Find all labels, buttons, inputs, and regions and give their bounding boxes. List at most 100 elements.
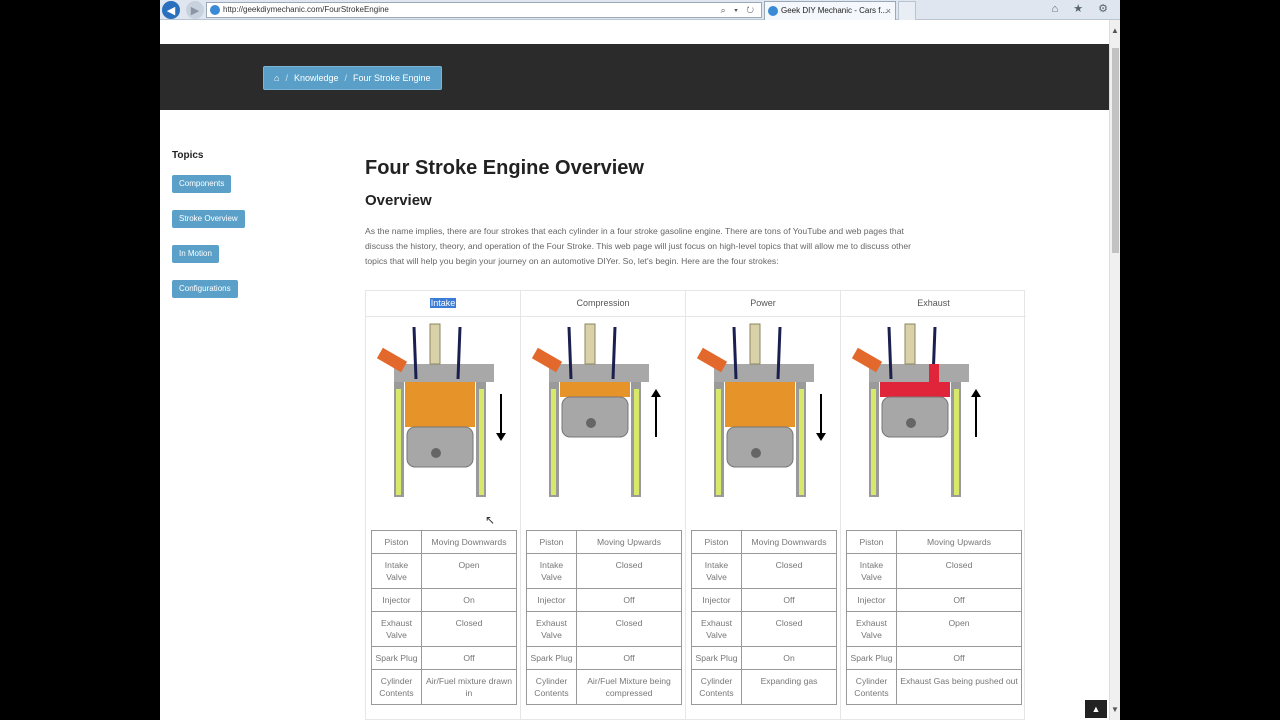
coolant-right bbox=[479, 389, 484, 495]
stroke-spec-table: Piston Moving Upwards Intake Valve Closed In… bbox=[526, 530, 682, 705]
sidebar-button-configurations[interactable]: Configurations bbox=[172, 280, 238, 298]
browser-tools-icons[interactable]: ⌂ ★ ⚙ bbox=[1052, 2, 1114, 15]
tab-close-icon[interactable]: × bbox=[886, 2, 891, 20]
address-controls[interactable]: ⌕ ▾ ↻ bbox=[721, 3, 757, 17]
stroke-header[interactable]: Exhaust bbox=[841, 291, 1026, 317]
table-row: Cylinder Contents Air/Fuel mixture drawn … bbox=[371, 669, 517, 705]
back-arrow-icon[interactable]: ◀ bbox=[162, 1, 180, 19]
coolant-left bbox=[396, 389, 401, 495]
breadcrumb-knowledge[interactable]: Knowledge bbox=[294, 73, 339, 83]
coolant-right bbox=[634, 389, 639, 495]
forward-arrow-icon[interactable]: ▶ bbox=[186, 1, 204, 19]
table-row: Intake Valve Open bbox=[371, 553, 517, 589]
stroke-name: Compression bbox=[576, 298, 630, 308]
spec-label: Spark Plug bbox=[846, 646, 897, 670]
site-favicon-icon bbox=[210, 5, 220, 15]
table-row: Piston Moving Upwards bbox=[526, 530, 682, 554]
spec-label: Injector bbox=[526, 588, 577, 612]
cylinder-gas bbox=[560, 382, 630, 397]
table-row: Exhaust Valve Closed bbox=[691, 611, 837, 647]
stroke-spec-table: Piston Moving Downwards Intake Valve Open In… bbox=[371, 530, 517, 705]
spec-value: Open bbox=[896, 611, 1022, 647]
stroke-name: Power bbox=[750, 298, 776, 308]
table-row: Exhaust Valve Closed bbox=[526, 611, 682, 647]
cylinder-head bbox=[549, 364, 649, 382]
address-bar[interactable]: http://geekdiymechanic.com/FourStrokeEng… bbox=[206, 2, 762, 18]
table-row: Spark Plug Off bbox=[846, 646, 1022, 670]
piston-pin bbox=[906, 418, 916, 428]
spec-value: Closed bbox=[741, 611, 837, 647]
intake-valve-stem bbox=[567, 326, 573, 380]
arrow-head bbox=[496, 433, 506, 441]
stroke-header[interactable]: Compression bbox=[521, 291, 685, 317]
table-row: Intake Valve Closed bbox=[691, 553, 837, 589]
piston bbox=[406, 426, 474, 468]
spec-value: Off bbox=[576, 588, 682, 612]
spec-value: Off bbox=[741, 588, 837, 612]
spec-value: Closed bbox=[421, 611, 517, 647]
spec-value: Air/Fuel mixture drawn in bbox=[421, 669, 517, 705]
spark-plug bbox=[904, 323, 916, 365]
new-tab-button[interactable] bbox=[898, 1, 916, 20]
mouse-cursor-icon: ↖ bbox=[485, 513, 496, 527]
stroke-name: Intake bbox=[429, 298, 457, 308]
sidebar-button-in-motion[interactable]: In Motion bbox=[172, 245, 219, 263]
stroke-spec-table: Piston Moving Upwards Intake Valve Closed In… bbox=[846, 530, 1022, 705]
spec-value: Exhaust Gas being pushed out bbox=[896, 669, 1022, 705]
browser-tab[interactable]: Geek DIY Mechanic - Cars f... × bbox=[764, 1, 896, 20]
spec-value: Closed bbox=[576, 611, 682, 647]
cylinder-head bbox=[394, 364, 494, 382]
page-title: Four Stroke Engine Overview bbox=[365, 157, 644, 179]
stroke-header[interactable]: Intake bbox=[366, 291, 520, 317]
scroll-down-icon[interactable]: ▼ bbox=[1111, 705, 1119, 714]
stroke-column-exhaust: Exhaust Piston Moving Upwards Intake Valve C… bbox=[841, 291, 1026, 720]
sidebar-button-stroke-overview[interactable]: Stroke Overview bbox=[172, 210, 245, 228]
coolant-left bbox=[871, 389, 876, 495]
sidebar-button-components[interactable]: Components bbox=[172, 175, 232, 193]
vertical-scrollbar[interactable]: ▲ ▼ bbox=[1109, 20, 1120, 720]
table-row: Piston Moving Upwards bbox=[846, 530, 1022, 554]
spec-value: Open bbox=[421, 553, 517, 589]
spec-label: Injector bbox=[371, 588, 422, 612]
spec-label: Cylinder Contents bbox=[371, 669, 422, 705]
coolant-left bbox=[551, 389, 556, 495]
scroll-to-top-button[interactable]: ▲ bbox=[1085, 700, 1107, 718]
browser-toolbar: ◀ ▶ http://geekdiymechanic.com/FourStrok… bbox=[160, 0, 1120, 20]
table-row: Exhaust Valve Open bbox=[846, 611, 1022, 647]
spec-label: Exhaust Valve bbox=[526, 611, 577, 647]
spec-label: Intake Valve bbox=[526, 553, 577, 589]
spec-value: Off bbox=[896, 588, 1022, 612]
cylinder-gas bbox=[405, 382, 475, 427]
table-row: Injector On bbox=[371, 588, 517, 612]
sidebar-title: Topics bbox=[172, 150, 204, 161]
arrow-head bbox=[816, 433, 826, 441]
tab-title: Geek DIY Mechanic - Cars f... bbox=[781, 6, 888, 15]
scroll-thumb[interactable] bbox=[1112, 48, 1119, 253]
spec-value: Moving Upwards bbox=[576, 530, 682, 554]
spec-label: Intake Valve bbox=[691, 553, 742, 589]
piston bbox=[561, 396, 629, 438]
spec-label: Injector bbox=[846, 588, 897, 612]
spec-label: Exhaust Valve bbox=[846, 611, 897, 647]
coolant-left bbox=[716, 389, 721, 495]
spec-value: Moving Upwards bbox=[896, 530, 1022, 554]
home-icon[interactable]: ⌂ bbox=[274, 73, 279, 83]
piston bbox=[726, 426, 794, 468]
arrow-head bbox=[651, 389, 661, 397]
stroke-header[interactable]: Power bbox=[686, 291, 840, 317]
intake-valve-stem bbox=[412, 326, 418, 380]
table-row: Spark Plug Off bbox=[526, 646, 682, 670]
exhaust-valve-stem bbox=[776, 326, 782, 380]
spec-label: Cylinder Contents bbox=[691, 669, 742, 705]
table-row: Intake Valve Closed bbox=[526, 553, 682, 589]
table-row: Injector Off bbox=[846, 588, 1022, 612]
fuel-injector bbox=[376, 347, 408, 373]
table-row: Intake Valve Closed bbox=[846, 553, 1022, 589]
cylinder-head bbox=[869, 364, 969, 382]
spec-value: On bbox=[421, 588, 517, 612]
fuel-injector bbox=[696, 347, 728, 373]
browser-window: ◀ ▶ http://geekdiymechanic.com/FourStrok… bbox=[160, 0, 1120, 720]
engine-cylinder-diagram bbox=[851, 323, 981, 497]
intro-paragraph: As the name implies, there are four stro… bbox=[365, 226, 911, 266]
scroll-up-icon[interactable]: ▲ bbox=[1111, 26, 1119, 35]
